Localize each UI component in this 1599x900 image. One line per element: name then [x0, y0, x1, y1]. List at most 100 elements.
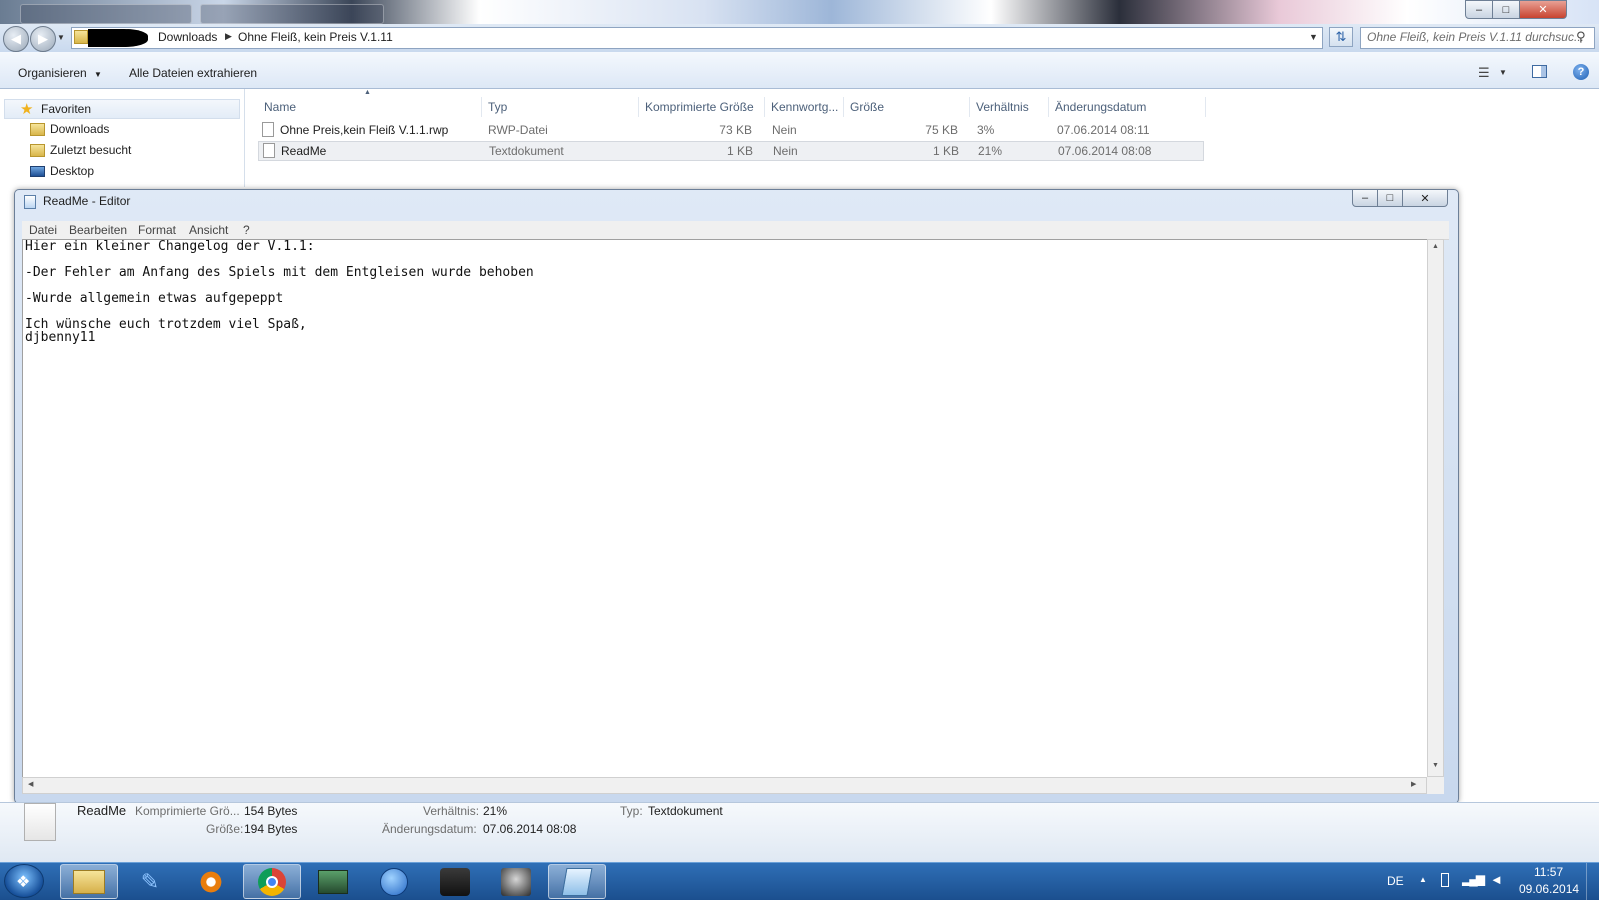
- favorites-header[interactable]: ★ Favoriten: [4, 99, 240, 119]
- search-input[interactable]: Ohne Fleiß, kein Preis V.1.11 durchsuc..…: [1360, 27, 1595, 49]
- network-icon[interactable]: ▂▄▆: [1462, 872, 1485, 886]
- search-placeholder: Ohne Fleiß, kein Preis V.1.11 durchsuc..…: [1367, 30, 1584, 44]
- address-dropdown-icon[interactable]: ▼: [1309, 32, 1318, 42]
- notepad-minimize-button[interactable]: –: [1352, 189, 1378, 207]
- column-header-date[interactable]: Änderungsdatum: [1049, 97, 1206, 117]
- clock-time[interactable]: 11:57: [1534, 865, 1563, 879]
- scroll-left-icon[interactable]: ◀: [28, 780, 33, 788]
- breadcrumb-current-folder[interactable]: Ohne Fleiß, kein Preis V.1.11: [238, 30, 393, 44]
- paint-icon: ✎: [140, 868, 160, 894]
- background-tab[interactable]: [20, 4, 192, 24]
- game-icon: [501, 867, 531, 896]
- scroll-right-icon[interactable]: ▶: [1411, 780, 1416, 788]
- search-icon[interactable]: ⚲: [1576, 29, 1586, 45]
- blender-icon: [199, 869, 223, 894]
- menu-format[interactable]: Format: [138, 223, 176, 237]
- file-ratio: 21%: [978, 144, 1003, 158]
- file-name: ReadMe: [281, 144, 327, 158]
- vertical-scrollbar[interactable]: ▲ ▼: [1427, 239, 1444, 777]
- background-tab[interactable]: [200, 4, 384, 24]
- details-ratio-label: Verhältnis:: [423, 804, 480, 818]
- arrow-left-icon: ◀: [11, 31, 21, 46]
- details-date-value: 07.06.2014 08:08: [483, 822, 577, 836]
- menu-help[interactable]: ?: [243, 223, 250, 237]
- details-compressed-value: 154 Bytes: [244, 804, 298, 818]
- menu-edit[interactable]: Bearbeiten: [69, 223, 127, 237]
- show-desktop-button[interactable]: [1586, 863, 1599, 900]
- column-header-type[interactable]: Typ: [482, 97, 639, 117]
- help-icon[interactable]: ?: [1573, 64, 1589, 80]
- column-header-ratio[interactable]: Verhältnis: [970, 97, 1049, 117]
- minimize-button[interactable]: –: [1465, 0, 1493, 19]
- breadcrumb-separator-icon[interactable]: ▶: [225, 31, 232, 42]
- breadcrumb-downloads[interactable]: Downloads: [158, 30, 217, 44]
- taskbar-steam[interactable]: [426, 864, 484, 899]
- table-row[interactable]: Ohne Preis,kein Fleiß V.1.1.rwp RWP-Date…: [258, 120, 1206, 140]
- column-header-name[interactable]: Name: [258, 97, 482, 117]
- menu-file[interactable]: Datei: [29, 223, 57, 237]
- scroll-up-icon[interactable]: ▲: [1432, 243, 1439, 250]
- resize-grip-icon[interactable]: [1427, 777, 1444, 794]
- taskbar-chrome[interactable]: [243, 864, 301, 899]
- taskbar-paint[interactable]: ✎: [121, 864, 179, 899]
- organize-button[interactable]: Organisieren ▼: [18, 66, 102, 80]
- address-bar[interactable]: Downloads ▶ Ohne Fleiß, kein Preis V.1.1…: [71, 27, 1323, 49]
- view-options-icon[interactable]: ☰: [1478, 65, 1490, 81]
- details-pane: ReadMe Komprimierte Grö... 154 Bytes Grö…: [0, 802, 1599, 863]
- clock-date[interactable]: 09.06.2014: [1519, 882, 1579, 896]
- extract-all-button[interactable]: Alle Dateien extrahieren: [129, 66, 257, 80]
- taskbar-media[interactable]: [304, 864, 362, 899]
- details-type-label: Typ:: [620, 804, 643, 818]
- refresh-icon: ⇅: [1335, 29, 1347, 44]
- text-line: -Wurde allgemein etwas aufgepeppt: [25, 291, 284, 306]
- notepad-window[interactable]: ReadMe - Editor – □ ✕ Datei Bearbeiten F…: [14, 189, 1459, 804]
- sidebar-item-label: Desktop: [50, 164, 95, 178]
- taskbar-globe[interactable]: [365, 864, 423, 899]
- address-row: ◀ ▶ ▼ Downloads ▶ Ohne Fleiß, kein Preis…: [0, 24, 1599, 52]
- start-button[interactable]: ❖: [4, 864, 44, 898]
- window-title-strip: – □ ✕: [0, 0, 1599, 24]
- scroll-down-icon[interactable]: ▼: [1432, 762, 1439, 769]
- file-size: 75 KB: [925, 123, 958, 137]
- close-button[interactable]: ✕: [1519, 0, 1567, 19]
- column-header-password[interactable]: Kennwortg...: [765, 97, 844, 117]
- taskbar-explorer[interactable]: [60, 864, 118, 899]
- text-line: djbenny11: [25, 330, 96, 345]
- details-ratio-value: 21%: [483, 804, 508, 818]
- steam-icon: [440, 867, 470, 896]
- history-dropdown-icon[interactable]: ▼: [57, 33, 65, 42]
- refresh-button[interactable]: ⇅: [1329, 27, 1353, 47]
- column-header-size[interactable]: Größe: [844, 97, 970, 117]
- file-compressed-size: 1 KB: [726, 144, 753, 158]
- horizontal-scrollbar[interactable]: ◀ ▶: [22, 777, 1427, 794]
- taskbar-notepad[interactable]: [548, 864, 606, 899]
- back-button[interactable]: ◀: [3, 26, 29, 52]
- preview-pane-icon[interactable]: [1532, 65, 1547, 78]
- maximize-button[interactable]: □: [1492, 0, 1520, 19]
- folder-icon: [73, 869, 105, 894]
- notepad-text-area[interactable]: Hier ein kleiner Changelog der V.1.1: -D…: [22, 239, 1429, 779]
- taskbar-blender[interactable]: [182, 864, 240, 899]
- details-type-value: Textdokument: [648, 804, 723, 818]
- details-size-label: Größe:: [206, 822, 244, 836]
- volume-icon[interactable]: ◄: [1490, 872, 1503, 887]
- table-row-selected[interactable]: ReadMe Textdokument 1 KB Nein 1 KB 21% 0…: [258, 141, 1204, 161]
- menu-view[interactable]: Ansicht: [189, 223, 228, 237]
- column-header-compressed-size[interactable]: Komprimierte Größe: [639, 97, 765, 117]
- sidebar-item-label: Downloads: [50, 122, 110, 136]
- file-password: Nein: [772, 123, 797, 137]
- file-list: ▲ Name Typ Komprimierte Größe Kennwortg.…: [245, 89, 1599, 187]
- view-dropdown-icon[interactable]: ▼: [1499, 68, 1507, 77]
- language-indicator[interactable]: DE: [1387, 874, 1404, 888]
- arrow-right-icon: ▶: [38, 31, 48, 46]
- battery-icon[interactable]: [1441, 873, 1449, 887]
- forward-button[interactable]: ▶: [30, 26, 56, 52]
- chrome-icon: [258, 867, 286, 896]
- details-filename: ReadMe: [77, 803, 127, 818]
- notepad-maximize-button[interactable]: □: [1377, 189, 1403, 207]
- notepad-close-button[interactable]: ✕: [1402, 189, 1448, 207]
- show-hidden-icons-icon[interactable]: ▲: [1419, 875, 1427, 884]
- notepad-menu-bar: Datei Bearbeiten Format Ansicht ?: [22, 221, 1449, 240]
- taskbar-game[interactable]: [487, 864, 545, 899]
- file-type: Textdokument: [489, 144, 564, 158]
